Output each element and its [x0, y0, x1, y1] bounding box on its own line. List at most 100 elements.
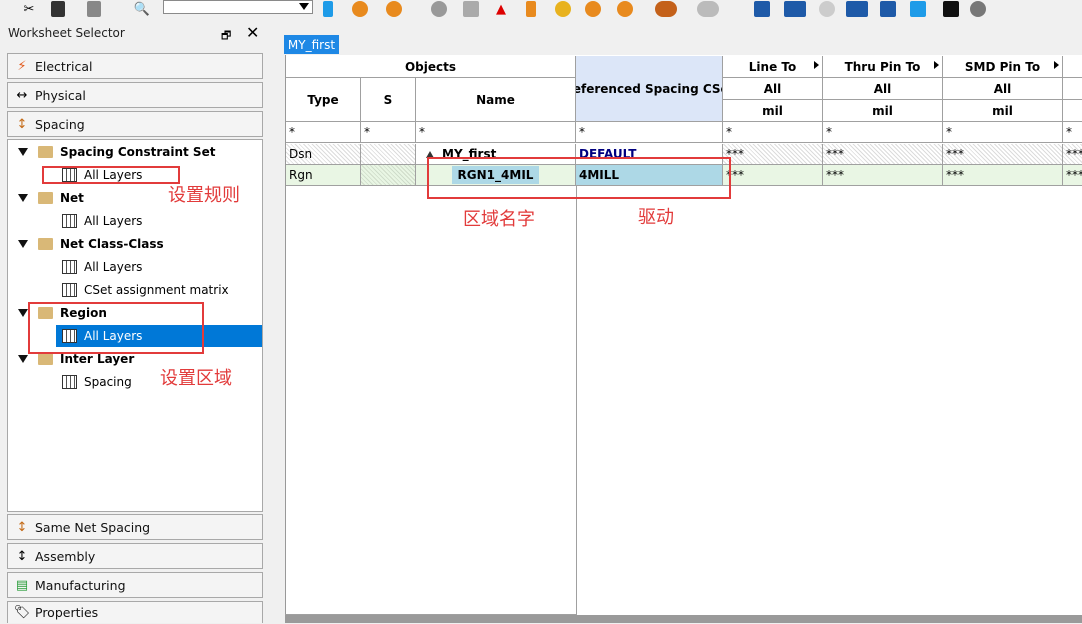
list-icon[interactable]	[584, 0, 602, 18]
filter-thru-pin-to[interactable]: *	[823, 122, 943, 143]
header-smd-pin-to-all: All	[943, 78, 1063, 100]
bookmark-icon[interactable]	[320, 0, 336, 18]
annotation-box-rules	[42, 166, 180, 184]
eye-icon[interactable]	[818, 0, 836, 18]
filter-s[interactable]: *	[361, 122, 416, 143]
copy-icon[interactable]	[84, 0, 104, 18]
header-thru-pin-to-all: All	[823, 78, 943, 100]
restore-icon[interactable]: 🗗	[221, 27, 231, 46]
header-extra	[1063, 78, 1082, 100]
tab-my-first[interactable]: MY_first	[284, 35, 339, 54]
worksheet-icon	[62, 214, 77, 228]
table-row-rgn-type[interactable]: Rgn	[286, 165, 361, 186]
category-electrical[interactable]: ⚡ Electrical	[7, 53, 263, 79]
unit-thru-pin-to: mil	[823, 100, 943, 122]
tree-node-net-class-class[interactable]: Net Class-Class	[18, 234, 164, 254]
worksheet-icon	[62, 283, 77, 297]
scissors-icon[interactable]: ✂	[16, 0, 42, 18]
header-thru-pin-to[interactable]: Thru Pin To	[823, 56, 943, 78]
lightning-icon: ⚡	[17, 58, 27, 74]
filter-type[interactable]: *	[286, 122, 361, 143]
category-spacing[interactable]: ↕ Spacing	[7, 111, 263, 137]
filter-smd-pin-to[interactable]: *	[943, 122, 1063, 143]
redo2-icon[interactable]	[694, 0, 722, 18]
tree-node-inter-layer-spacing[interactable]: Spacing	[62, 372, 132, 392]
category-physical[interactable]: ↔ Physical	[7, 82, 263, 108]
header-line-to[interactable]: Line To	[723, 56, 823, 78]
zoom-icon[interactable]: 🔍	[128, 0, 156, 18]
selection-combo[interactable]	[163, 0, 313, 14]
color-icon[interactable]	[876, 0, 900, 18]
expand-icon[interactable]	[18, 309, 28, 317]
panel-title: Worksheet Selector	[8, 26, 125, 40]
header-extra	[1063, 100, 1082, 122]
lock-icon[interactable]	[462, 0, 480, 18]
manufacturing-icon: ▤	[15, 577, 29, 593]
category-manufacturing[interactable]: ▤ Manufacturing	[7, 572, 263, 598]
header-objects: Objects	[286, 56, 576, 78]
header-extra	[1063, 56, 1082, 78]
bright-icon[interactable]	[906, 0, 930, 18]
table-row-dsn-smd-pin-to[interactable]: ***	[943, 144, 1063, 165]
toggle2-icon[interactable]	[844, 0, 870, 18]
component-icon[interactable]	[750, 0, 774, 18]
search-icon[interactable]	[966, 0, 990, 18]
table-row-dsn-extra[interactable]: ***	[1063, 144, 1082, 165]
unit-smd-pin-to: mil	[943, 100, 1063, 122]
tree-node-spacing-cset[interactable]: Spacing Constraint Set	[18, 142, 215, 162]
annotation-region-name: 区域名字	[463, 209, 535, 230]
tree-node-net[interactable]: Net	[18, 188, 84, 208]
filter-extra[interactable]: *	[1063, 122, 1082, 143]
category-properties[interactable]: 🏷 Properties	[7, 601, 263, 623]
tree-node-cset-matrix[interactable]: CSet assignment matrix	[62, 280, 229, 300]
worksheet-icon	[62, 260, 77, 274]
chart-icon[interactable]	[940, 0, 962, 18]
expand-icon[interactable]	[18, 240, 28, 248]
category-assembly[interactable]: ↕ Assembly	[7, 543, 263, 569]
tree-node-ncc-all-layers[interactable]: All Layers	[62, 257, 142, 277]
table-row-dsn-thru-pin-to[interactable]: ***	[823, 144, 943, 165]
table-row-rgn-line-to[interactable]: ***	[723, 165, 823, 186]
header-referenced-spacing-cset[interactable]: Referenced Spacing CSet	[576, 56, 723, 122]
expand-column-icon[interactable]	[814, 61, 819, 69]
filter-ref[interactable]: *	[576, 122, 723, 143]
warning-icon[interactable]: ▲	[492, 0, 510, 18]
toggle-icon[interactable]	[782, 0, 808, 18]
undo-icon[interactable]	[430, 0, 448, 18]
table-row-rgn-extra[interactable]: ***	[1063, 165, 1082, 186]
expand-icon[interactable]	[18, 355, 28, 363]
tag-icon: 🏷	[13, 605, 31, 620]
tree-node-net-all-layers[interactable]: All Layers	[62, 211, 142, 231]
header-s[interactable]: S	[361, 78, 416, 122]
redo-icon[interactable]	[652, 0, 680, 18]
filter-name[interactable]: *	[416, 122, 576, 143]
toolbar: ✂ 🔍 ▲	[0, 0, 1082, 20]
header-line-to-all: All	[723, 78, 823, 100]
category-same-net-spacing[interactable]: ↕ Same Net Spacing	[7, 514, 263, 540]
header-name[interactable]: Name	[416, 78, 576, 122]
table-row-rgn-smd-pin-to[interactable]: ***	[943, 165, 1063, 186]
expand-icon[interactable]	[18, 148, 28, 156]
sun-icon[interactable]	[554, 0, 572, 18]
nav-next-icon[interactable]	[350, 0, 370, 18]
table-row-rgn-thru-pin-to[interactable]: ***	[823, 165, 943, 186]
table-row-dsn-type[interactable]: Dsn	[286, 144, 361, 165]
header-smd-pin-to[interactable]: SMD Pin To	[943, 56, 1063, 78]
filter-line-to[interactable]: *	[723, 122, 823, 143]
grid-scroll-area[interactable]	[285, 615, 1082, 623]
pin-icon[interactable]	[522, 0, 540, 18]
expand-icon[interactable]	[18, 194, 28, 202]
expand-column-icon[interactable]	[1054, 61, 1059, 69]
expand-column-icon[interactable]	[934, 61, 939, 69]
nav-prev-icon[interactable]	[384, 0, 404, 18]
table-icon[interactable]	[616, 0, 634, 18]
chevron-down-icon[interactable]	[299, 3, 309, 10]
worksheet-icon	[62, 375, 77, 389]
table-row-dsn-line-to[interactable]: ***	[723, 144, 823, 165]
table-row-dsn-s[interactable]	[361, 144, 416, 165]
header-type[interactable]: Type	[286, 78, 361, 122]
close-icon[interactable]: ✕	[246, 23, 259, 42]
physical-icon: ↔	[16, 87, 28, 103]
paste-icon[interactable]	[48, 0, 68, 18]
table-row-rgn-s[interactable]	[361, 165, 416, 186]
